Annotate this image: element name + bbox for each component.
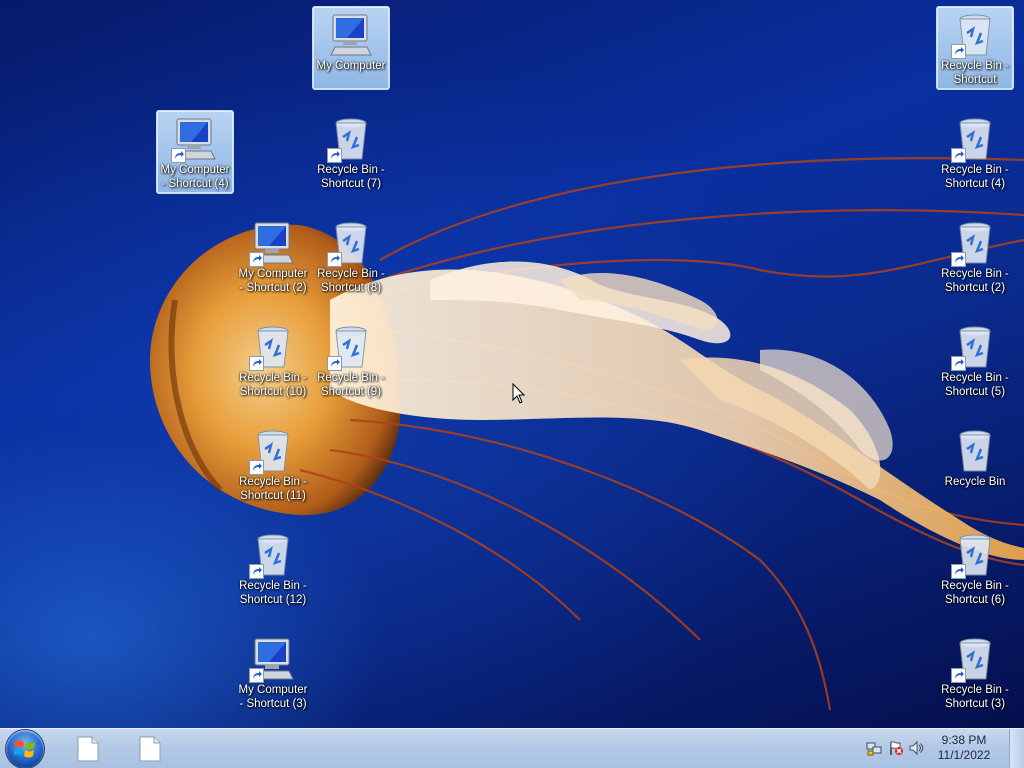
desktop-icon-my-computer-shortcut-3[interactable]: My Computer - Shortcut (3) bbox=[234, 630, 312, 714]
desktop-icon-label: Recycle Bin - Shortcut (3) bbox=[941, 684, 1009, 710]
desktop-icon-recycle-bin-shortcut-7[interactable]: Recycle Bin - Shortcut (7) bbox=[312, 110, 390, 194]
taskbar-button-document-1[interactable] bbox=[62, 733, 114, 765]
recycle-bin-icon bbox=[327, 115, 375, 163]
recycle-bin-icon bbox=[951, 219, 999, 267]
recycle-bin-icon bbox=[951, 427, 999, 475]
desktop-icon-label: My Computer - Shortcut (2) bbox=[238, 268, 308, 294]
recycle-bin-icon bbox=[951, 115, 999, 163]
document-icon bbox=[77, 736, 99, 762]
recycle-bin-icon bbox=[951, 11, 999, 59]
desktop-icon-label: Recycle Bin - Shortcut (12) bbox=[239, 580, 307, 606]
action-center-flag-icon[interactable] bbox=[888, 740, 904, 756]
desktop-icon-recycle-bin-shortcut-12[interactable]: Recycle Bin - Shortcut (12) bbox=[234, 526, 312, 610]
desktop-icon-recycle-bin[interactable]: Recycle Bin bbox=[936, 422, 1014, 506]
start-button[interactable] bbox=[6, 730, 44, 768]
desktop-icon-recycle-bin-shortcut-11[interactable]: Recycle Bin - Shortcut (11) bbox=[234, 422, 312, 506]
recycle-bin-icon bbox=[327, 323, 375, 371]
desktop-icon-label: Recycle Bin - Shortcut (8) bbox=[317, 268, 385, 294]
recycle-bin-icon bbox=[249, 531, 297, 579]
computer-icon bbox=[327, 11, 375, 59]
mouse-pointer-icon bbox=[512, 383, 526, 404]
shortcut-arrow-icon bbox=[249, 356, 264, 371]
shortcut-arrow-icon bbox=[951, 148, 966, 163]
desktop-icon-recycle-bin-shortcut-10[interactable]: Recycle Bin - Shortcut (10) bbox=[234, 318, 312, 402]
system-tray: 9:38 PM 11/1/2022 bbox=[854, 729, 1024, 768]
shortcut-arrow-icon bbox=[951, 564, 966, 579]
shortcut-arrow-icon bbox=[249, 564, 264, 579]
taskbar: 9:38 PM 11/1/2022 bbox=[0, 728, 1024, 768]
desktop-icon-label: My Computer - Shortcut (4) bbox=[160, 164, 230, 190]
desktop-icon-recycle-bin-shortcut-8[interactable]: Recycle Bin - Shortcut (8) bbox=[312, 214, 390, 298]
recycle-bin-icon bbox=[951, 635, 999, 683]
document-icon bbox=[139, 736, 161, 762]
clock-time: 9:38 PM bbox=[941, 733, 987, 747]
taskbar-button-document-2[interactable] bbox=[124, 733, 176, 765]
recycle-bin-icon bbox=[249, 427, 297, 475]
recycle-bin-icon bbox=[327, 219, 375, 267]
shortcut-arrow-icon bbox=[249, 252, 264, 267]
computer-icon bbox=[249, 635, 297, 683]
recycle-bin-icon bbox=[249, 323, 297, 371]
desktop-icon-recycle-bin-shortcut[interactable]: Recycle Bin - Shortcut bbox=[936, 6, 1014, 90]
desktop-icon-label: Recycle Bin - Shortcut (10) bbox=[239, 372, 307, 398]
recycle-bin-icon bbox=[951, 531, 999, 579]
taskbar-clock[interactable]: 9:38 PM 11/1/2022 bbox=[928, 733, 1000, 763]
desktop-icon-label: Recycle Bin - Shortcut (11) bbox=[239, 476, 307, 502]
desktop-icon-label: Recycle Bin - Shortcut (9) bbox=[317, 372, 385, 398]
shortcut-arrow-icon bbox=[951, 44, 966, 59]
show-desktop-button[interactable] bbox=[1009, 729, 1024, 768]
shortcut-arrow-icon bbox=[249, 668, 264, 683]
shortcut-arrow-icon bbox=[951, 252, 966, 267]
desktop-icon-recycle-bin-shortcut-3[interactable]: Recycle Bin - Shortcut (3) bbox=[936, 630, 1014, 714]
desktop-icon-label: My Computer - Shortcut (3) bbox=[238, 684, 308, 710]
desktop-icon-label: Recycle Bin - Shortcut (6) bbox=[941, 580, 1009, 606]
desktop-icon-recycle-bin-shortcut-9[interactable]: Recycle Bin - Shortcut (9) bbox=[312, 318, 390, 402]
desktop-icon-my-computer-shortcut-2[interactable]: My Computer - Shortcut (2) bbox=[234, 214, 312, 298]
clock-date: 11/1/2022 bbox=[937, 748, 991, 762]
desktop-icon-recycle-bin-shortcut-6[interactable]: Recycle Bin - Shortcut (6) bbox=[936, 526, 1014, 610]
shortcut-arrow-icon bbox=[327, 148, 342, 163]
jellyfish-wallpaper bbox=[150, 157, 1024, 711]
desktop-icon-label: Recycle Bin - Shortcut (2) bbox=[941, 268, 1009, 294]
desktop-icon-label: Recycle Bin - Shortcut (7) bbox=[317, 164, 385, 190]
desktop-icon-label: Recycle Bin - Shortcut (5) bbox=[941, 372, 1009, 398]
computer-icon bbox=[249, 219, 297, 267]
shortcut-arrow-icon bbox=[249, 460, 264, 475]
shortcut-arrow-icon bbox=[327, 356, 342, 371]
volume-icon[interactable] bbox=[908, 740, 924, 756]
recycle-bin-icon bbox=[951, 323, 999, 371]
shortcut-arrow-icon bbox=[951, 356, 966, 371]
desktop-icon-my-computer[interactable]: My Computer bbox=[312, 6, 390, 90]
desktop-icon-label: Recycle Bin - Shortcut (4) bbox=[941, 164, 1009, 190]
shortcut-arrow-icon bbox=[951, 668, 966, 683]
network-icon[interactable] bbox=[866, 740, 882, 756]
desktop-icon-label: Recycle Bin - Shortcut bbox=[941, 60, 1009, 86]
shortcut-arrow-icon bbox=[327, 252, 342, 267]
desktop-icon-recycle-bin-shortcut-4[interactable]: Recycle Bin - Shortcut (4) bbox=[936, 110, 1014, 194]
desktop-icon-label: My Computer bbox=[316, 60, 386, 72]
windows-logo-icon bbox=[14, 740, 35, 758]
desktop-icon-my-computer-shortcut-4[interactable]: My Computer - Shortcut (4) bbox=[156, 110, 234, 194]
desktop-icon-recycle-bin-shortcut-2[interactable]: Recycle Bin - Shortcut (2) bbox=[936, 214, 1014, 298]
shortcut-arrow-icon bbox=[171, 148, 186, 163]
desktop-icon-recycle-bin-shortcut-5[interactable]: Recycle Bin - Shortcut (5) bbox=[936, 318, 1014, 402]
computer-icon bbox=[171, 115, 219, 163]
desktop-icon-label: Recycle Bin bbox=[944, 476, 1006, 488]
desktop[interactable]: My Computer Recycle Bin - Shortcut My Co… bbox=[0, 0, 1024, 728]
